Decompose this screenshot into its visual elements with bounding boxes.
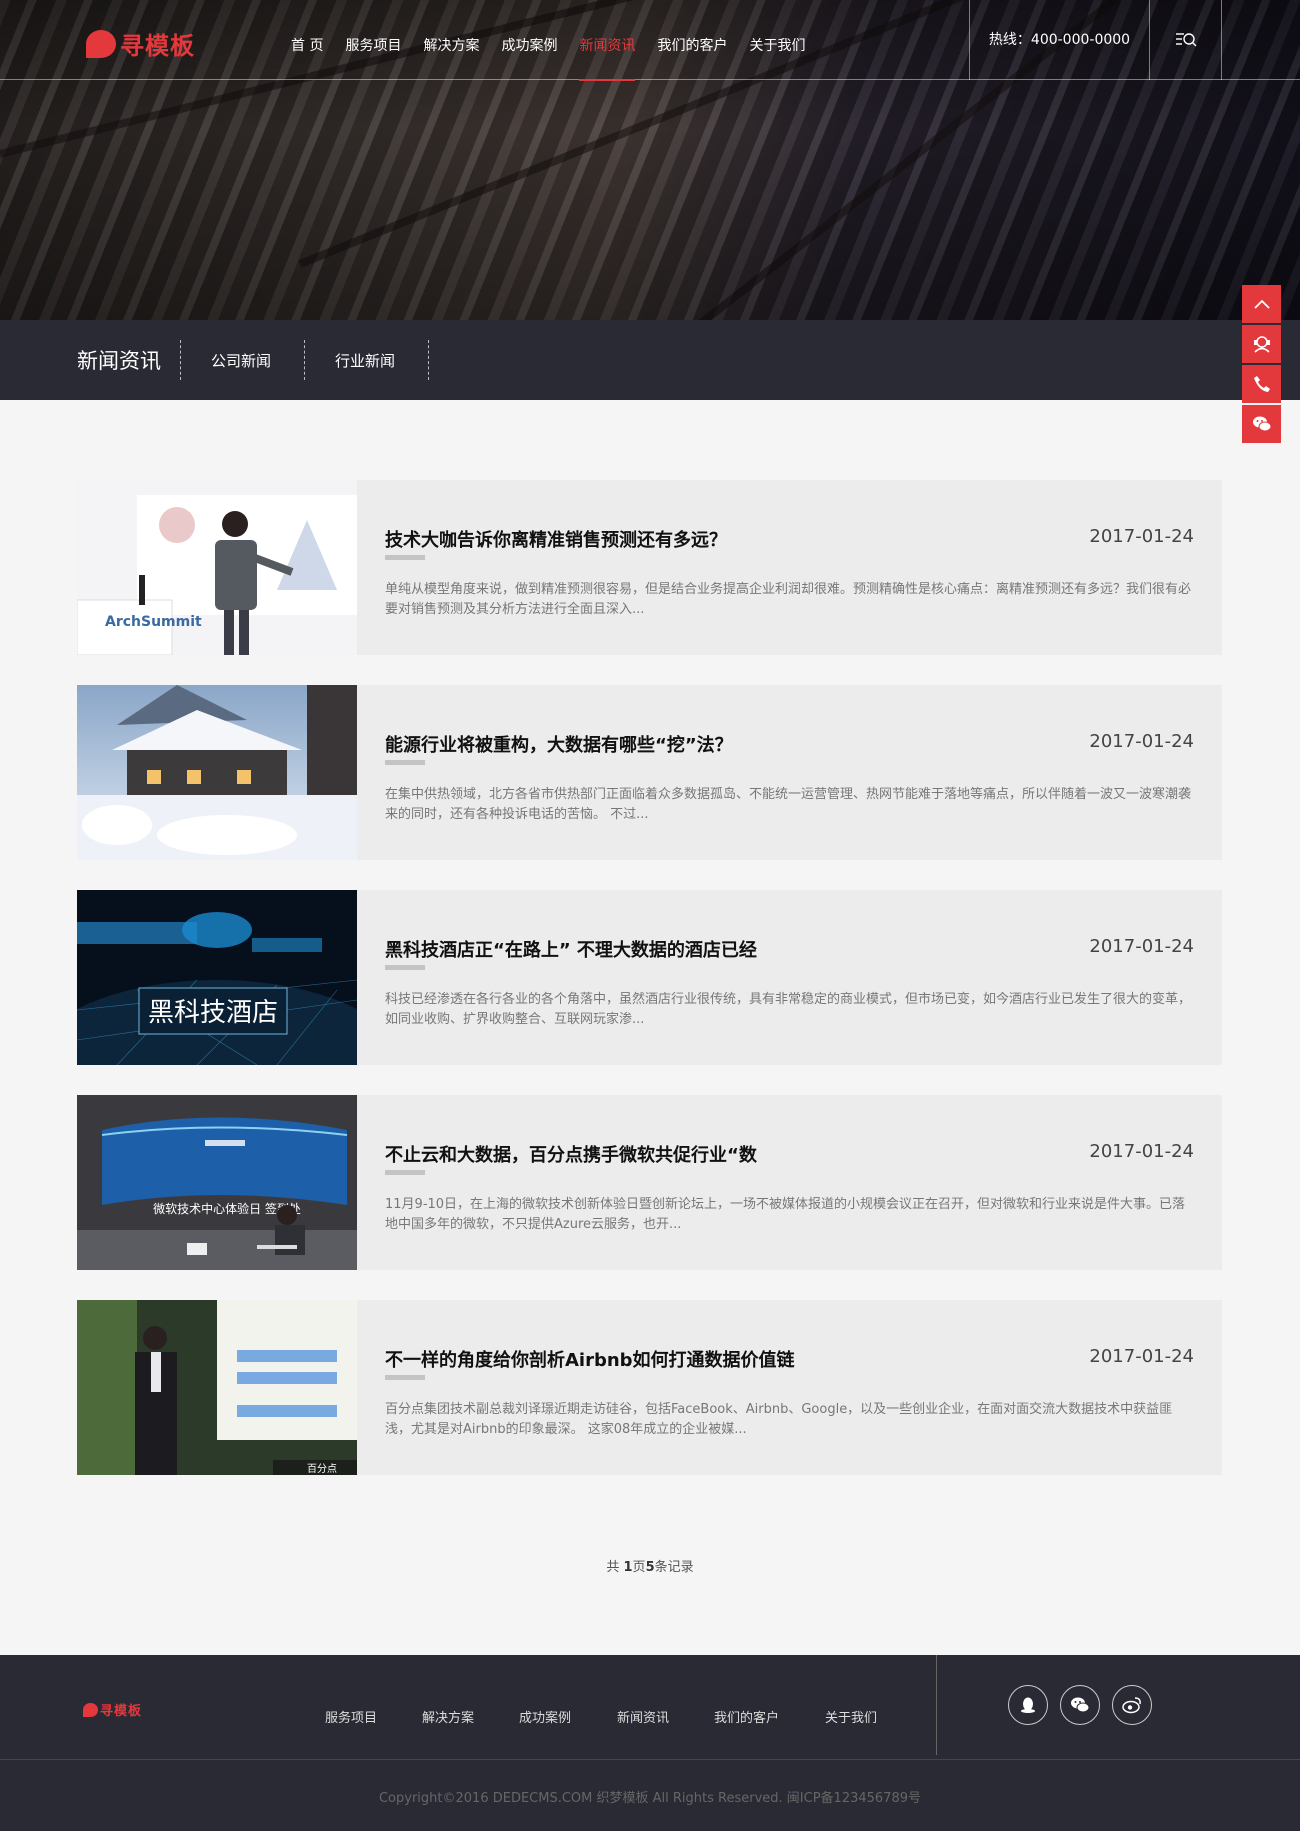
title-underline [385, 760, 425, 765]
news-item[interactable]: 百分点 不一样的角度给你剖析Airbnb如何打通数据价值链 2017-01-24… [77, 1300, 1222, 1475]
title-underline [385, 555, 425, 560]
news-thumbnail[interactable]: 黑科技酒店 [77, 890, 357, 1065]
site-footer: 寻模板 服务项目 解决方案 成功案例 新闻资讯 我们的客户 关于我们 Copyr… [0, 1655, 1300, 1831]
logo-text: 寻模板 [120, 32, 195, 60]
news-title[interactable]: 黑科技酒店正“在路上” 不理大数据的酒店已经 [385, 936, 757, 962]
section-title: 新闻资讯 [77, 349, 161, 373]
main-nav: 首 页 服务项目 解决方案 成功案例 新闻资讯 我们的客户 关于我们 [280, 0, 816, 81]
wechat-icon [1252, 416, 1271, 432]
news-date: 2017-01-24 [1089, 1141, 1194, 1162]
news-summary: 11月9-10日，在上海的微软技术创新体验日暨创新论坛上，一场不被媒体报道的小规… [385, 1197, 1186, 1232]
nav-item-solutions[interactable]: 解决方案 [412, 0, 490, 80]
footer-nav-solutions[interactable]: 解决方案 [422, 1707, 474, 1726]
pager-prefix: 共 [606, 1560, 624, 1575]
logo-mark-icon [86, 29, 116, 58]
footer-divider [0, 1759, 1300, 1760]
news-summary: 单纯从模型角度来说，做到精准预测很容易，但是结合业务提高企业利润却很难。预测精确… [385, 582, 1192, 617]
qq-button[interactable] [1008, 1685, 1048, 1725]
news-item[interactable]: ArchSummit 技术大咖告诉你离精准销售预测还有多远？ 2017-01-2… [77, 480, 1222, 655]
news-date: 2017-01-24 [1089, 936, 1194, 957]
news-title[interactable]: 不一样的角度给你剖析Airbnb如何打通数据价值链 [385, 1346, 795, 1372]
search-icon [1175, 33, 1196, 47]
thumb-label: 百分点 [307, 1463, 337, 1475]
news-date: 2017-01-24 [1089, 526, 1194, 547]
news-summary: 在集中供热领域，北方各省市供热部门正面临着众多数据孤岛、不能统一运营管理、热网节… [385, 787, 1192, 822]
news-title[interactable]: 不止云和大数据，百分点携手微软共促行业“数 [385, 1141, 757, 1167]
pager-mid: 页 [632, 1560, 646, 1575]
divider [180, 340, 181, 380]
weibo-button[interactable] [1112, 1685, 1152, 1725]
news-title[interactable]: 能源行业将被重构，大数据有哪些“挖”法？ [385, 731, 733, 757]
news-date: 2017-01-24 [1089, 731, 1194, 752]
thumb-label: ArchSummit [105, 614, 202, 630]
wechat-button[interactable] [1242, 405, 1281, 443]
floating-sidebar [1242, 285, 1281, 445]
divider [428, 340, 429, 380]
news-thumbnail[interactable]: 微软技术中心体验日 签到处 [77, 1095, 357, 1270]
news-thumbnail[interactable]: ArchSummit [77, 480, 357, 655]
divider [304, 340, 305, 380]
weibo-icon [1122, 1697, 1141, 1714]
search-button[interactable] [1150, 0, 1222, 80]
footer-logo-text: 寻模板 [100, 1704, 143, 1719]
footer-nav-news[interactable]: 新闻资讯 [617, 1707, 669, 1726]
thumb-label: 黑科技酒店 [148, 998, 278, 1028]
footer-logo[interactable]: 寻模板 [83, 1700, 142, 1719]
title-underline [385, 1170, 425, 1175]
subnav-industry-news[interactable]: 行业新闻 [335, 320, 395, 400]
customer-service-button[interactable] [1242, 325, 1281, 363]
title-underline [385, 965, 425, 970]
back-to-top-button[interactable] [1242, 285, 1281, 323]
news-item[interactable]: 能源行业将被重构，大数据有哪些“挖”法？ 2017-01-24 在集中供热领域，… [77, 685, 1222, 860]
logo[interactable]: 寻模板 [86, 26, 195, 61]
news-thumbnail[interactable]: 百分点 [77, 1300, 357, 1475]
news-title[interactable]: 技术大咖告诉你离精准销售预测还有多远？ [385, 526, 727, 552]
divider [936, 1655, 937, 1755]
hotline: 热线：400-000-0000 [969, 0, 1150, 80]
arrow-up-icon [1253, 299, 1270, 309]
nav-item-clients[interactable]: 我们的客户 [646, 0, 738, 80]
footer-nav-cases[interactable]: 成功案例 [519, 1707, 571, 1726]
nav-item-services[interactable]: 服务项目 [334, 0, 412, 80]
nav-item-about[interactable]: 关于我们 [738, 0, 816, 80]
news-summary: 百分点集团技术副总裁刘译璟近期走访硅谷，包括FaceBook、Airbnb、Go… [385, 1402, 1173, 1437]
wechat-icon [1071, 1697, 1090, 1713]
pager-suffix: 条记录 [654, 1560, 694, 1575]
site-header: 寻模板 首 页 服务项目 解决方案 成功案例 新闻资讯 我们的客户 关于我们 热… [0, 0, 1300, 81]
footer-nav-clients[interactable]: 我们的客户 [714, 1707, 779, 1726]
nav-item-cases[interactable]: 成功案例 [490, 0, 568, 80]
news-item[interactable]: 黑科技酒店 黑科技酒店正“在路上” 不理大数据的酒店已经 2017-01-24 … [77, 890, 1222, 1065]
pager-pages: 1 [623, 1560, 633, 1575]
phone-button[interactable] [1242, 365, 1281, 403]
news-thumbnail[interactable] [77, 685, 357, 860]
title-underline [385, 1375, 425, 1380]
copyright: Copyright©2016 DEDECMS.COM 织梦模板 All Righ… [378, 1791, 921, 1806]
news-date: 2017-01-24 [1089, 1346, 1194, 1367]
wechat-footer-button[interactable] [1060, 1685, 1100, 1725]
pager-records: 5 [645, 1560, 655, 1575]
nav-item-news[interactable]: 新闻资讯 [568, 0, 646, 81]
customer-service-icon [1253, 336, 1270, 353]
pagination-info: 共 1页5条记录 [0, 1556, 1300, 1575]
logo-mark-icon [83, 1702, 98, 1717]
footer-nav-about[interactable]: 关于我们 [825, 1707, 877, 1726]
news-item[interactable]: 微软技术中心体验日 签到处 不止云和大数据，百分点携手微软共促行业“数 2017… [77, 1095, 1222, 1270]
footer-nav-services[interactable]: 服务项目 [325, 1707, 377, 1726]
nav-item-home[interactable]: 首 页 [280, 0, 334, 80]
sub-nav: 新闻资讯 公司新闻 行业新闻 [0, 320, 1300, 400]
subnav-company-news[interactable]: 公司新闻 [211, 320, 271, 400]
news-summary: 科技已经渗透在各行各业的各个角落中，虽然酒店行业很传统，具有非常稳定的商业模式，… [385, 992, 1192, 1027]
phone-icon [1253, 376, 1270, 392]
qq-icon [1021, 1697, 1035, 1713]
